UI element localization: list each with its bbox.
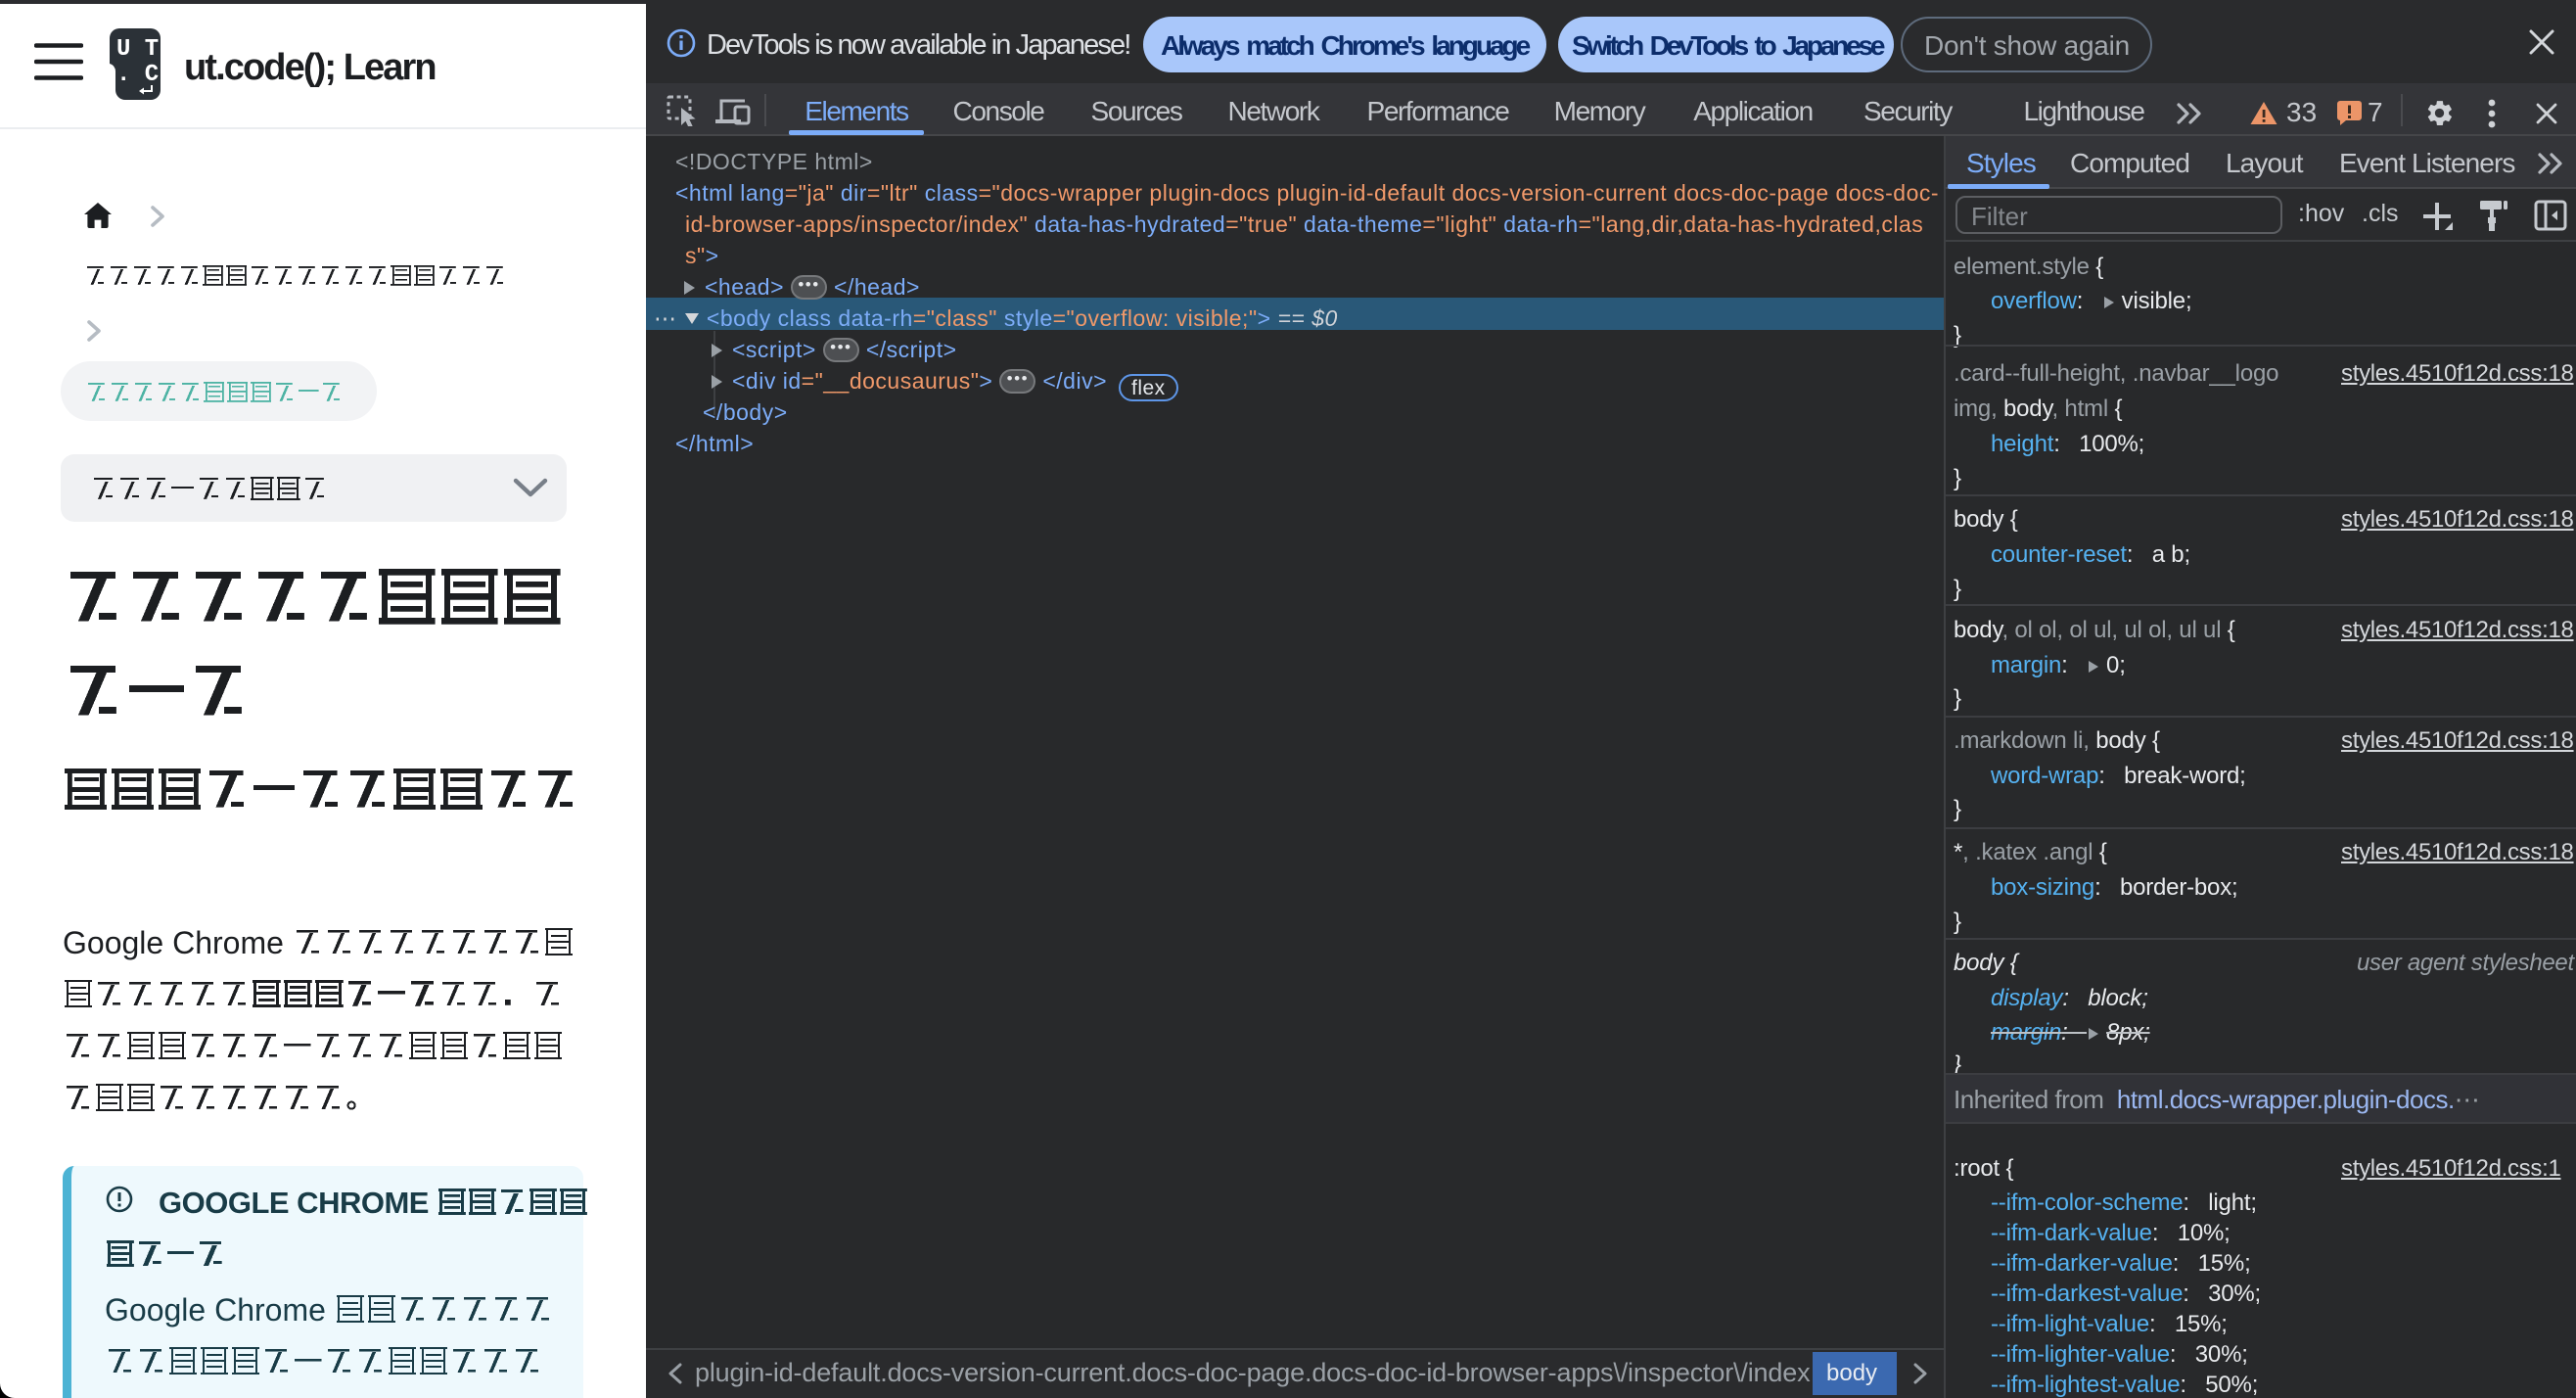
svg-text:. C: . C [116, 62, 159, 88]
svg-text:U T: U T [116, 36, 159, 63]
